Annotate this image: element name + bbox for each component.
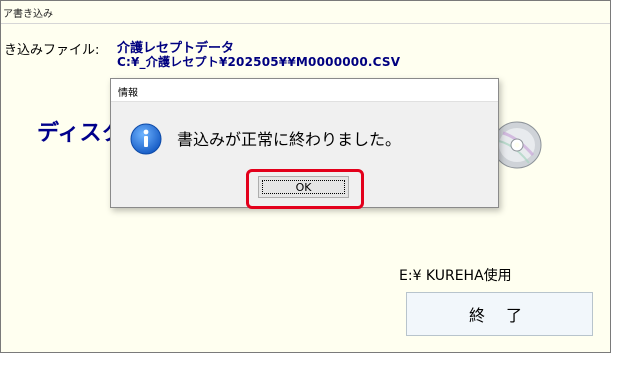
file-label: き込みファイル: — [4, 43, 100, 58]
dialog-message: 書込みが正常に終わりました。 — [177, 130, 402, 149]
exit-button[interactable]: 終 了 — [406, 292, 593, 336]
drive-label: E:¥ KUREHA使用 — [399, 268, 512, 284]
dialog-title-bar: 情報 — [111, 79, 498, 102]
file-path: C:¥_介護レセプト¥202505¥¥M0000000.CSV — [117, 55, 401, 69]
window-title: ア書き込み — [3, 9, 53, 20]
title-bar: ア書き込み — [1, 1, 610, 24]
info-icon — [130, 123, 162, 155]
dialog-title: 情報 — [118, 88, 138, 99]
highlight-box — [246, 169, 364, 209]
